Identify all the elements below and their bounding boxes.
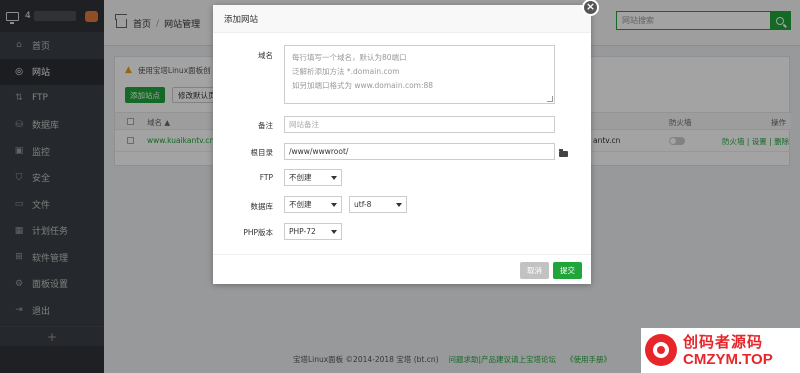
remark-input[interactable]: 网站备注	[284, 116, 555, 133]
ftp-select-value: 不创建	[289, 173, 312, 182]
domain-hint-3: 如另加端口格式为 www.domain.com:88	[292, 81, 434, 90]
cancel-button[interactable]: 取消	[520, 262, 549, 279]
root-dir-input[interactable]: /www/wwwroot/	[284, 143, 555, 160]
database-label: 数据库	[250, 202, 274, 211]
ftp-label: FTP	[259, 173, 273, 182]
watermark: 创码者源码 CMZYM.TOP	[641, 328, 800, 373]
submit-button[interactable]: 提交	[553, 262, 582, 279]
watermark-line-1: 创码者源码	[683, 333, 764, 351]
add-site-dialog: 添加网站 域名 每行填写一个域名，默认为80端口 泛解析添加方法 *.domai…	[213, 5, 591, 284]
root-dir-label: 根目录	[250, 148, 274, 157]
watermark-logo	[645, 334, 677, 366]
domain-hint-1: 每行填写一个域名，默认为80端口	[292, 53, 407, 62]
chevron-down-icon	[331, 176, 337, 180]
charset-select-value: utf-8	[354, 200, 372, 209]
ftp-select[interactable]: 不创建	[284, 169, 342, 186]
php-version-label: PHP版本	[243, 228, 273, 237]
domain-textarea[interactable]: 每行填写一个域名，默认为80端口 泛解析添加方法 *.domain.com 如另…	[284, 45, 555, 104]
resize-grip[interactable]	[547, 96, 553, 102]
dialog-footer: 取消 提交	[213, 254, 591, 284]
chevron-down-icon	[331, 203, 337, 207]
domain-hint-2: 泛解析添加方法 *.domain.com	[292, 67, 400, 76]
folder-icon[interactable]	[559, 149, 568, 157]
domain-label: 域名	[258, 51, 273, 60]
charset-select[interactable]: utf-8	[349, 196, 407, 213]
dialog-title: 添加网站	[213, 5, 591, 33]
watermark-line-2: CMZYM.TOP	[683, 351, 773, 368]
remark-label: 备注	[258, 121, 273, 130]
chevron-down-icon	[396, 203, 402, 207]
database-select[interactable]: 不创建	[284, 196, 342, 213]
php-version-value: PHP-72	[289, 227, 316, 236]
php-version-select[interactable]: PHP-72	[284, 223, 342, 240]
chevron-down-icon	[331, 230, 337, 234]
database-select-value: 不创建	[289, 200, 312, 209]
